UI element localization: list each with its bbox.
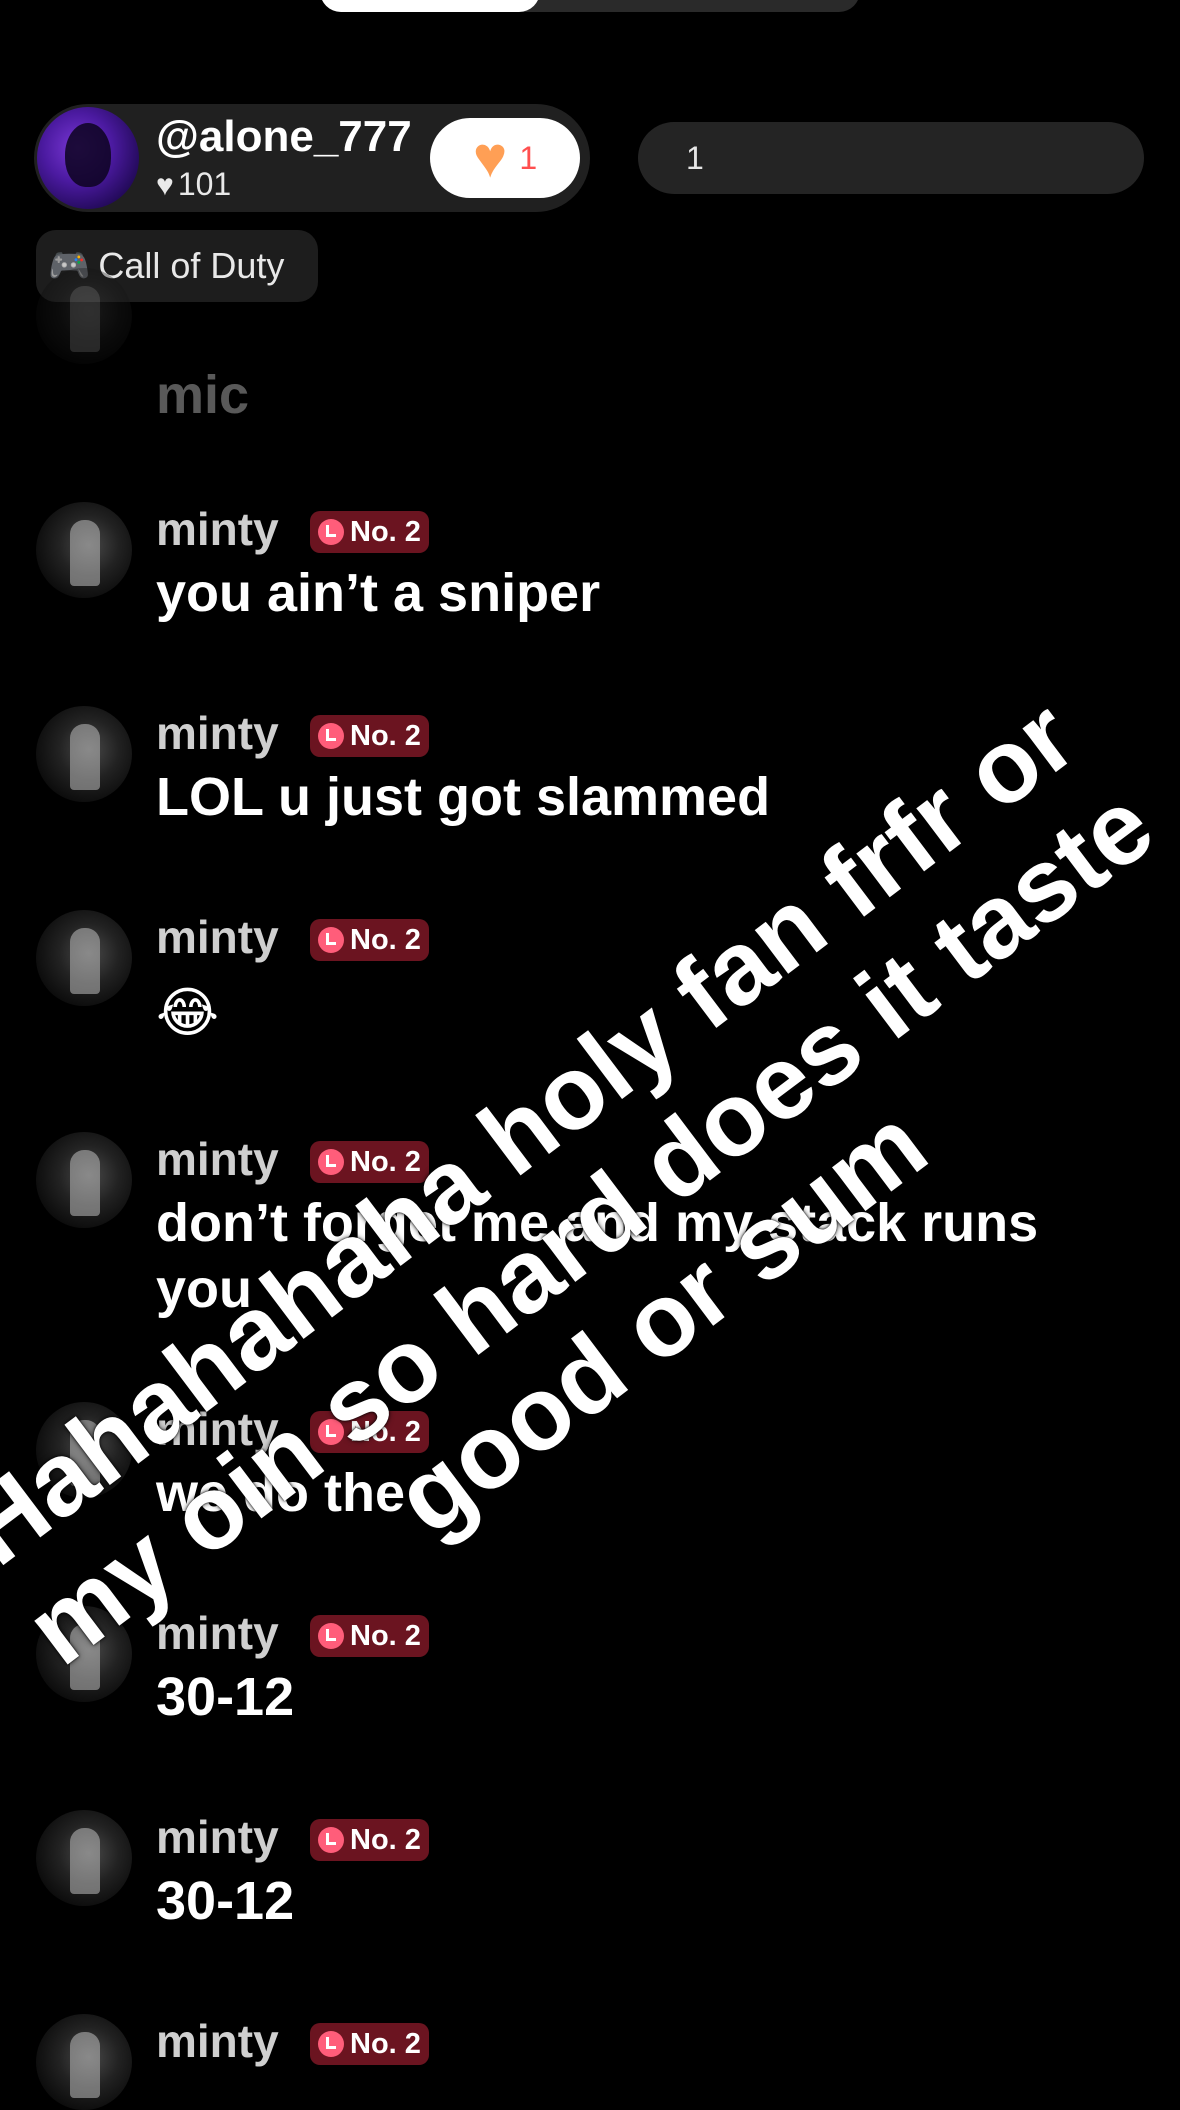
alarm-clock-icon [318,723,344,749]
message-text: you ain’t a sniper [156,563,601,623]
host-likes: ♥ 101 [156,166,231,203]
alarm-clock-icon [318,927,344,953]
user-figure-icon [70,2032,100,2098]
message-username: minty [156,911,279,963]
top-segment-selected[interactable] [320,0,540,12]
alarm-clock-icon [318,519,344,545]
rank-badge: No. 2 [310,511,429,553]
host-username: @alone_777 [156,112,412,161]
rank-badge: No. 2 [310,1819,429,1861]
viewer-count: 1 [686,139,704,176]
viewer-count-pill[interactable]: 1 [638,122,1144,194]
user-figure-icon [70,1828,100,1894]
alarm-clock-icon [318,1149,344,1175]
host-avatar[interactable] [37,107,139,209]
like-count: 1 [519,139,538,176]
ghost-mask-icon [65,123,111,187]
badge-label: No. 2 [350,2027,421,2060]
user-figure-icon [70,724,100,790]
user-figure-icon [70,286,100,352]
host-card[interactable]: @alone_777 ♥ 101 ♥ 1 [34,104,590,212]
game-tag-label: Call of Duty [98,245,285,286]
like-button[interactable]: ♥ 1 [430,118,580,198]
host-likes-count: 101 [177,166,232,202]
user-figure-icon [70,1150,100,1216]
avatar[interactable] [36,910,132,1006]
message-username: minty [156,707,279,759]
top-segmented-control[interactable] [320,0,860,12]
rank-badge: No. 2 [310,2023,429,2065]
message-text: 30-12 [156,1871,295,1931]
badge-label: No. 2 [350,1619,421,1652]
alarm-clock-icon [318,2031,344,2057]
message-text: mic [156,365,250,425]
user-figure-icon [70,520,100,586]
badge-label: No. 2 [350,719,421,752]
badge-label: No. 2 [350,1823,421,1856]
rank-badge: No. 2 [310,715,429,757]
avatar[interactable] [36,1810,132,1906]
avatar[interactable] [36,268,132,364]
rank-badge: No. 2 [310,919,429,961]
message-username: minty [156,503,279,555]
badge-label: No. 2 [350,923,421,956]
alarm-clock-icon [318,1827,344,1853]
avatar[interactable] [36,1132,132,1228]
avatar[interactable] [36,502,132,598]
user-figure-icon [70,928,100,994]
badge-label: No. 2 [350,515,421,548]
message-text: 30-12 [156,1667,295,1727]
avatar[interactable] [36,706,132,802]
message-username: minty [156,1133,279,1185]
message-username: minty [156,1811,279,1863]
heart-icon: ♥ [156,169,174,202]
heart-icon: ♥ [472,125,508,190]
message-username: minty [156,2015,279,2067]
